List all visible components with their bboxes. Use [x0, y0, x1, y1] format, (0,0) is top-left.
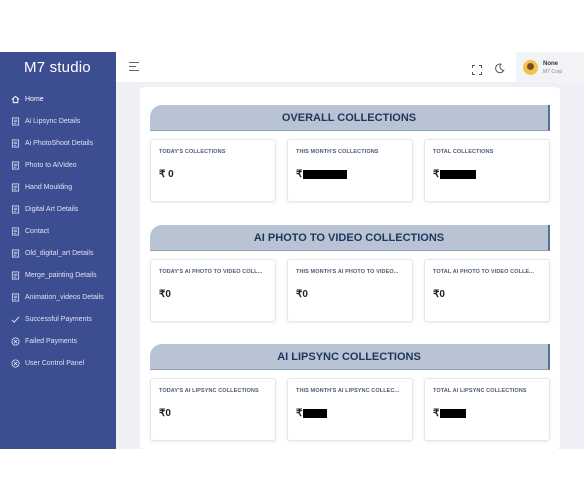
sidebar-item-home[interactable]: Home — [0, 88, 116, 110]
sidebar-item-merge-painting-details[interactable]: Merge_painting Details — [0, 264, 116, 286]
document-icon — [10, 116, 20, 126]
section-title: OVERALL COLLECTIONS — [150, 105, 550, 131]
sidebar-item-label: Ai PhotoShoot Details — [25, 139, 94, 147]
sidebar-item-old-digital-art-details[interactable]: Old_digital_art Details — [0, 242, 116, 264]
user-profile[interactable]: None M7 Corp — [516, 52, 584, 83]
sidebar-item-label: Ai Lipsync Details — [25, 117, 81, 125]
card-label: TODAY'S AI PHOTO TO VIDEO COLL... — [159, 269, 263, 275]
document-icon — [10, 138, 20, 148]
sidebar-item-ai-lipsync-details[interactable]: Ai Lipsync Details — [0, 110, 116, 132]
hamburger-menu-icon[interactable] — [129, 62, 139, 71]
home-icon — [10, 94, 20, 104]
card-value: ₹0 — [296, 289, 308, 300]
card-label: THIS MONTH'S AI LIPSYNC COLLEC... — [296, 388, 400, 394]
sidebar-item-label: Successful Payments — [25, 315, 92, 323]
document-icon — [10, 160, 20, 170]
sidebar-item-successful-payments[interactable]: Successful Payments — [0, 308, 116, 330]
card-label: TOTAL AI PHOTO TO VIDEO COLLE... — [433, 269, 535, 275]
todays-ai-lipsync-card: TODAY'S AI LIPSYNC COLLECTIONS ₹0 — [150, 378, 276, 441]
top-bar: None M7 Corp — [116, 52, 584, 83]
this-months-collections-card: THIS MONTH'S COLLECTIONS ₹ — [287, 139, 413, 202]
total-collections-card: TOTAL COLLECTIONS ₹ — [424, 139, 550, 202]
avatar — [523, 60, 538, 75]
this-months-ai-lipsync-card: THIS MONTH'S AI LIPSYNC COLLEC... ₹ — [287, 378, 413, 441]
card-label: TODAY'S COLLECTIONS — [159, 149, 226, 155]
sidebar-item-animation-videos-details[interactable]: Animation_videos Details — [0, 286, 116, 308]
sidebar-item-label: Photo to AiVideo — [25, 161, 77, 169]
document-icon — [10, 226, 20, 236]
sidebar-item-label: Contact — [25, 227, 50, 235]
moon-icon[interactable] — [494, 61, 505, 74]
main-content: OVERALL COLLECTIONS TODAY'S COLLECTIONS … — [116, 83, 584, 449]
card-label: TOTAL COLLECTIONS — [433, 149, 494, 155]
dashboard-panel: OVERALL COLLECTIONS TODAY'S COLLECTIONS … — [140, 87, 560, 449]
todays-collections-card: TODAY'S COLLECTIONS ₹ 0 — [150, 139, 276, 202]
card-value: ₹0 — [433, 289, 445, 300]
sidebar-item-label: Home — [25, 95, 44, 103]
fullscreen-icon[interactable] — [472, 62, 482, 75]
card-value: ₹ — [433, 408, 541, 419]
todays-ai-photo-to-video-card: TODAY'S AI PHOTO TO VIDEO COLL... ₹0 — [150, 259, 276, 322]
card-value: ₹ 0 — [159, 169, 174, 180]
card-label: THIS MONTH'S AI PHOTO TO VIDEO... — [296, 269, 399, 275]
card-label: TODAY'S AI LIPSYNC COLLECTIONS — [159, 388, 259, 394]
section-title: AI PHOTO TO VIDEO COLLECTIONS — [150, 225, 550, 251]
redacted-value — [440, 170, 477, 179]
sidebar-item-label: Animation_videos Details — [25, 293, 104, 301]
sidebar-item-label: Digital Art Details — [25, 205, 79, 213]
sidebar-item-user-control-panel[interactable]: User Control Panel — [0, 352, 116, 374]
check-icon — [10, 314, 20, 324]
document-icon — [10, 248, 20, 258]
sidebar-item-ai-photoshoot-details[interactable]: Ai PhotoShoot Details — [0, 132, 116, 154]
sidebar-item-contact[interactable]: Contact — [0, 220, 116, 242]
card-value: ₹0 — [159, 408, 171, 419]
document-icon — [10, 292, 20, 302]
sidebar-item-label: Old_digital_art Details — [25, 249, 94, 257]
sidebar-item-failed-payments[interactable]: Failed Payments — [0, 330, 116, 352]
this-months-ai-photo-to-video-card: THIS MONTH'S AI PHOTO TO VIDEO... ₹0 — [287, 259, 413, 322]
overall-collections-section: OVERALL COLLECTIONS TODAY'S COLLECTIONS … — [150, 105, 550, 202]
card-value: ₹ — [433, 169, 541, 180]
sidebar: M7 studio Home Ai Lipsync Details Ai Pho… — [0, 52, 116, 449]
document-icon — [10, 270, 20, 280]
ai-photo-to-video-section: AI PHOTO TO VIDEO COLLECTIONS TODAY'S AI… — [150, 225, 550, 322]
document-icon — [10, 182, 20, 192]
total-ai-lipsync-card: TOTAL AI LIPSYNC COLLECTIONS ₹ — [424, 378, 550, 441]
x-circle-icon — [10, 358, 20, 368]
card-value: ₹ — [296, 408, 404, 419]
sidebar-item-label: Merge_painting Details — [25, 271, 97, 279]
sidebar-item-label: Failed Payments — [25, 337, 78, 345]
sidebar-item-label: Hand Moulding — [25, 183, 73, 191]
card-value: ₹0 — [159, 289, 171, 300]
ai-lipsync-section: AI LIPSYNC COLLECTIONS TODAY'S AI LIPSYN… — [150, 344, 550, 441]
total-ai-photo-to-video-card: TOTAL AI PHOTO TO VIDEO COLLE... ₹0 — [424, 259, 550, 322]
card-label: THIS MONTH'S COLLECTIONS — [296, 149, 379, 155]
section-title: AI LIPSYNC COLLECTIONS — [150, 344, 550, 370]
sidebar-item-label: User Control Panel — [25, 359, 85, 367]
sidebar-item-digital-art-details[interactable]: Digital Art Details — [0, 198, 116, 220]
redacted-value — [303, 170, 348, 179]
app-window: M7 studio Home Ai Lipsync Details Ai Pho… — [0, 52, 584, 449]
document-icon — [10, 204, 20, 214]
card-value: ₹ — [296, 169, 404, 180]
sidebar-menu: Home Ai Lipsync Details Ai PhotoShoot De… — [0, 88, 116, 374]
sidebar-item-hand-moulding[interactable]: Hand Moulding — [0, 176, 116, 198]
user-org: M7 Corp — [543, 68, 563, 75]
brand-title[interactable]: M7 studio — [0, 52, 116, 83]
user-name: None — [543, 60, 558, 67]
sidebar-item-photo-to-aivideo[interactable]: Photo to AiVideo — [0, 154, 116, 176]
card-label: TOTAL AI LIPSYNC COLLECTIONS — [433, 388, 527, 394]
redacted-value — [440, 409, 467, 418]
x-circle-icon — [10, 336, 20, 346]
redacted-value — [303, 409, 328, 418]
